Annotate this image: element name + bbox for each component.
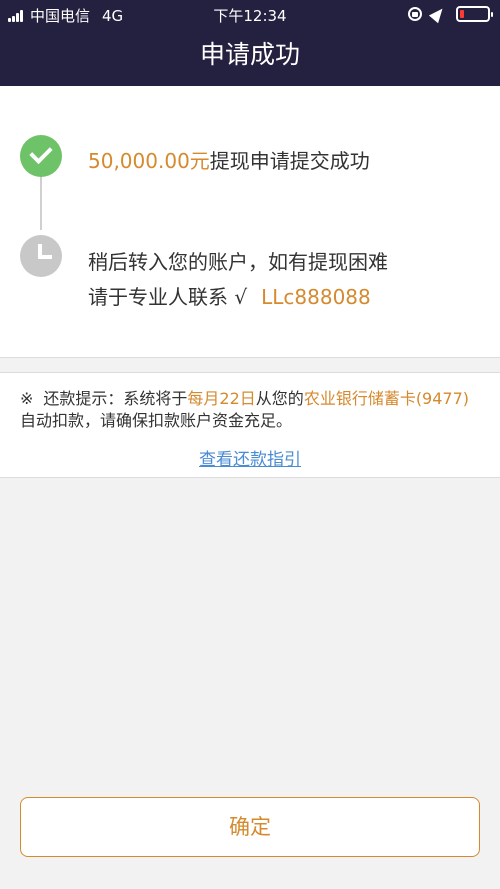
repayment-guide-link[interactable]: 查看还款指引 — [0, 445, 500, 470]
battery-icon — [456, 6, 493, 22]
notice-bank: 农业银行储蓄卡(9477) — [303, 389, 470, 408]
notice-suffix: 自动扣款，请确保扣款账户资金充足。 — [20, 411, 293, 430]
contact-id: LLc888088 — [261, 285, 371, 309]
notice-prefix: 还款提示：系统将于 — [43, 389, 188, 408]
rotation-lock-icon — [408, 7, 422, 21]
nav-bar: 申请成功 — [0, 30, 500, 86]
repayment-notice: ※ 还款提示：系统将于每月22日从您的农业银行储蓄卡(9477) 自动扣款，请确保扣… — [0, 372, 500, 478]
page-title: 申请成功 — [199, 40, 300, 69]
notice-mark: ※ — [20, 389, 34, 408]
step-pending-label: 请于专业人联系 √ — [88, 285, 248, 309]
check-icon — [20, 135, 62, 177]
notice-text: ※ 还款提示：系统将于每月22日从您的农业银行储蓄卡(9477) 自动扣款，请确保扣… — [20, 388, 482, 432]
step-submitted-label: 提现申请提交成功 — [209, 149, 370, 173]
notice-middle: 从您的 — [255, 389, 304, 408]
step-pending-line2: 请于专业人联系 √ LLc888088 — [88, 281, 371, 310]
location-arrow-icon — [428, 4, 448, 24]
progress-card — [0, 86, 500, 358]
status-bar: 中国电信 4G 下午12:34 — [0, 0, 500, 30]
withdraw-amount: 50,000.00元 — [88, 149, 210, 173]
notice-date: 每月22日 — [187, 389, 256, 408]
status-right — [408, 4, 493, 24]
confirm-button[interactable]: 确定 — [20, 797, 480, 857]
step-pending-line1: 稍后转入您的账户，如有提现困难 — [88, 250, 388, 274]
battery-level — [460, 10, 464, 18]
clock-icon — [20, 235, 62, 277]
step-submitted-text: 50,000.00元提现申请提交成功 — [88, 145, 370, 174]
